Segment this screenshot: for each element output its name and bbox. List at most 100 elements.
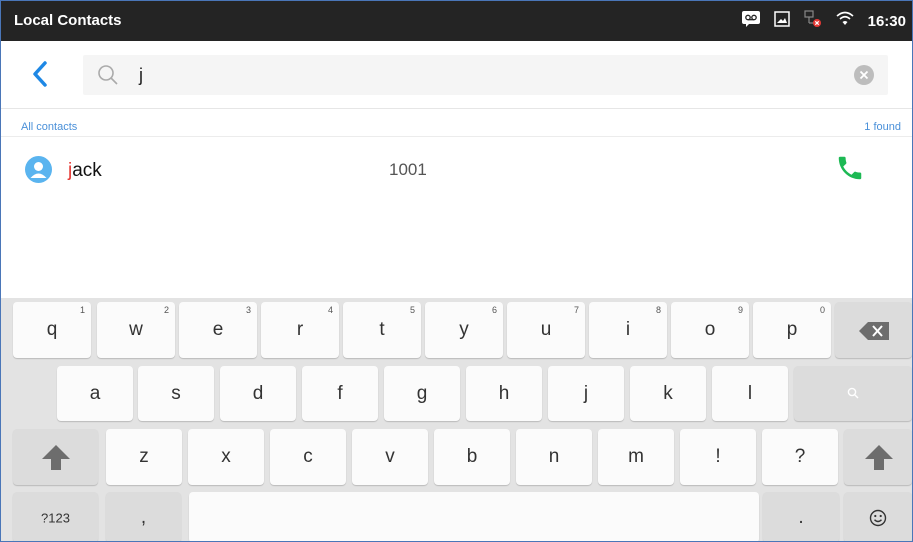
key-label: o [704,319,716,340]
key-label: k [663,382,673,404]
key-u[interactable]: u7 [507,302,585,358]
contact-name: jack [68,160,102,182]
key-hint-label: 7 [573,305,579,315]
shift-key[interactable] [13,429,98,485]
key-hint-label: 2 [163,305,169,315]
key-hint-label: 3 [245,305,251,315]
wifi-icon [836,11,854,31]
avatar-icon [25,156,52,183]
space-key[interactable] [189,492,759,541]
key-label: z [139,446,149,467]
key-k[interactable]: k [630,366,706,421]
key-r[interactable]: r4 [261,302,339,358]
key-exclamation[interactable]: ! [680,429,756,485]
key-label: l [747,382,753,404]
key-label: q [46,319,58,340]
key-label: g [416,382,428,404]
key-label: v [385,446,395,467]
status-icons: 16:30 [741,9,906,33]
key-label: b [466,446,478,467]
key-b[interactable]: b [434,429,510,485]
backspace-icon [859,322,889,340]
key-j[interactable]: j [548,366,624,421]
key-o[interactable]: o9 [671,302,749,358]
search-query: j [139,65,143,85]
key-hint-label: 9 [737,305,743,315]
screenshot-icon [773,10,790,32]
key-w[interactable]: w2 [97,302,175,358]
key-label: ? [794,446,806,467]
key-z[interactable]: z [106,429,182,485]
key-s[interactable]: s [138,366,214,421]
contact-number: 1001 [389,160,427,179]
key-label: ! [715,446,721,467]
key-f[interactable]: f [302,366,378,421]
key-label: , [140,506,147,528]
clock: 16:30 [867,12,906,30]
key-v[interactable]: v [352,429,428,485]
key-label: w [129,319,143,340]
shift-arrow-icon [865,445,893,470]
soft-keyboard: q1 w2 e3 r4 t5 y6 u7 i8 o9 p0 a s d f g … [1,298,912,541]
key-label: s [171,382,181,404]
section-header: All contacts 1 found [1,116,912,137]
key-p[interactable]: p0 [753,302,831,358]
key-e[interactable]: e3 [179,302,257,358]
key-m[interactable]: m [598,429,674,485]
key-period[interactable]: . [763,492,839,541]
key-l[interactable]: l [712,366,788,421]
key-label: x [221,446,231,467]
key-hint-label: 1 [79,305,85,315]
key-label: ?123 [41,510,70,525]
section-label: All contacts [21,121,78,133]
key-q[interactable]: q1 [13,302,91,358]
back-button[interactable] [25,57,55,91]
key-label: r [296,319,304,340]
key-c[interactable]: c [270,429,346,485]
result-count: 1 found [864,121,901,133]
key-x[interactable]: x [188,429,264,485]
key-d[interactable]: d [220,366,296,421]
key-label: e [212,319,224,340]
key-label: h [498,382,510,404]
key-label: m [628,446,644,467]
search-input[interactable]: j [83,55,888,95]
key-label: p [786,319,798,340]
search-icon [847,387,859,399]
key-label: a [89,382,101,404]
key-label: c [303,446,313,467]
key-label: t [379,319,385,340]
emoji-key[interactable] [844,492,912,541]
name-rest: ack [72,160,102,181]
network-error-icon [804,9,822,33]
search-icon [97,64,119,91]
contact-row[interactable]: jack 1001 [1,138,912,204]
key-n[interactable]: n [516,429,592,485]
key-g[interactable]: g [384,366,460,421]
key-h[interactable]: h [466,366,542,421]
mode-switch-key[interactable]: ?123 [13,492,98,541]
phone-icon[interactable] [835,153,865,183]
chevron-left-icon [33,61,47,87]
key-hint-label: 8 [655,305,661,315]
app-window: Local Contacts 16:30 j All contacts 1 fo… [0,0,913,542]
key-a[interactable]: a [57,366,133,421]
key-hint-label: 6 [491,305,497,315]
key-question[interactable]: ? [762,429,838,485]
key-label: y [459,319,469,340]
key-y[interactable]: y6 [425,302,503,358]
shift-key-right[interactable] [844,429,912,485]
key-hint-label: 4 [327,305,333,315]
app-title: Local Contacts [14,12,122,29]
key-label: u [540,319,552,340]
key-label: n [548,446,560,467]
key-comma[interactable]: , [106,492,181,541]
key-t[interactable]: t5 [343,302,421,358]
backspace-key[interactable] [835,302,912,358]
key-label: d [252,382,264,404]
search-bar: j [1,41,912,109]
search-key[interactable] [794,366,912,421]
key-label: i [625,319,631,340]
key-i[interactable]: i8 [589,302,667,358]
clear-icon[interactable] [854,65,874,85]
